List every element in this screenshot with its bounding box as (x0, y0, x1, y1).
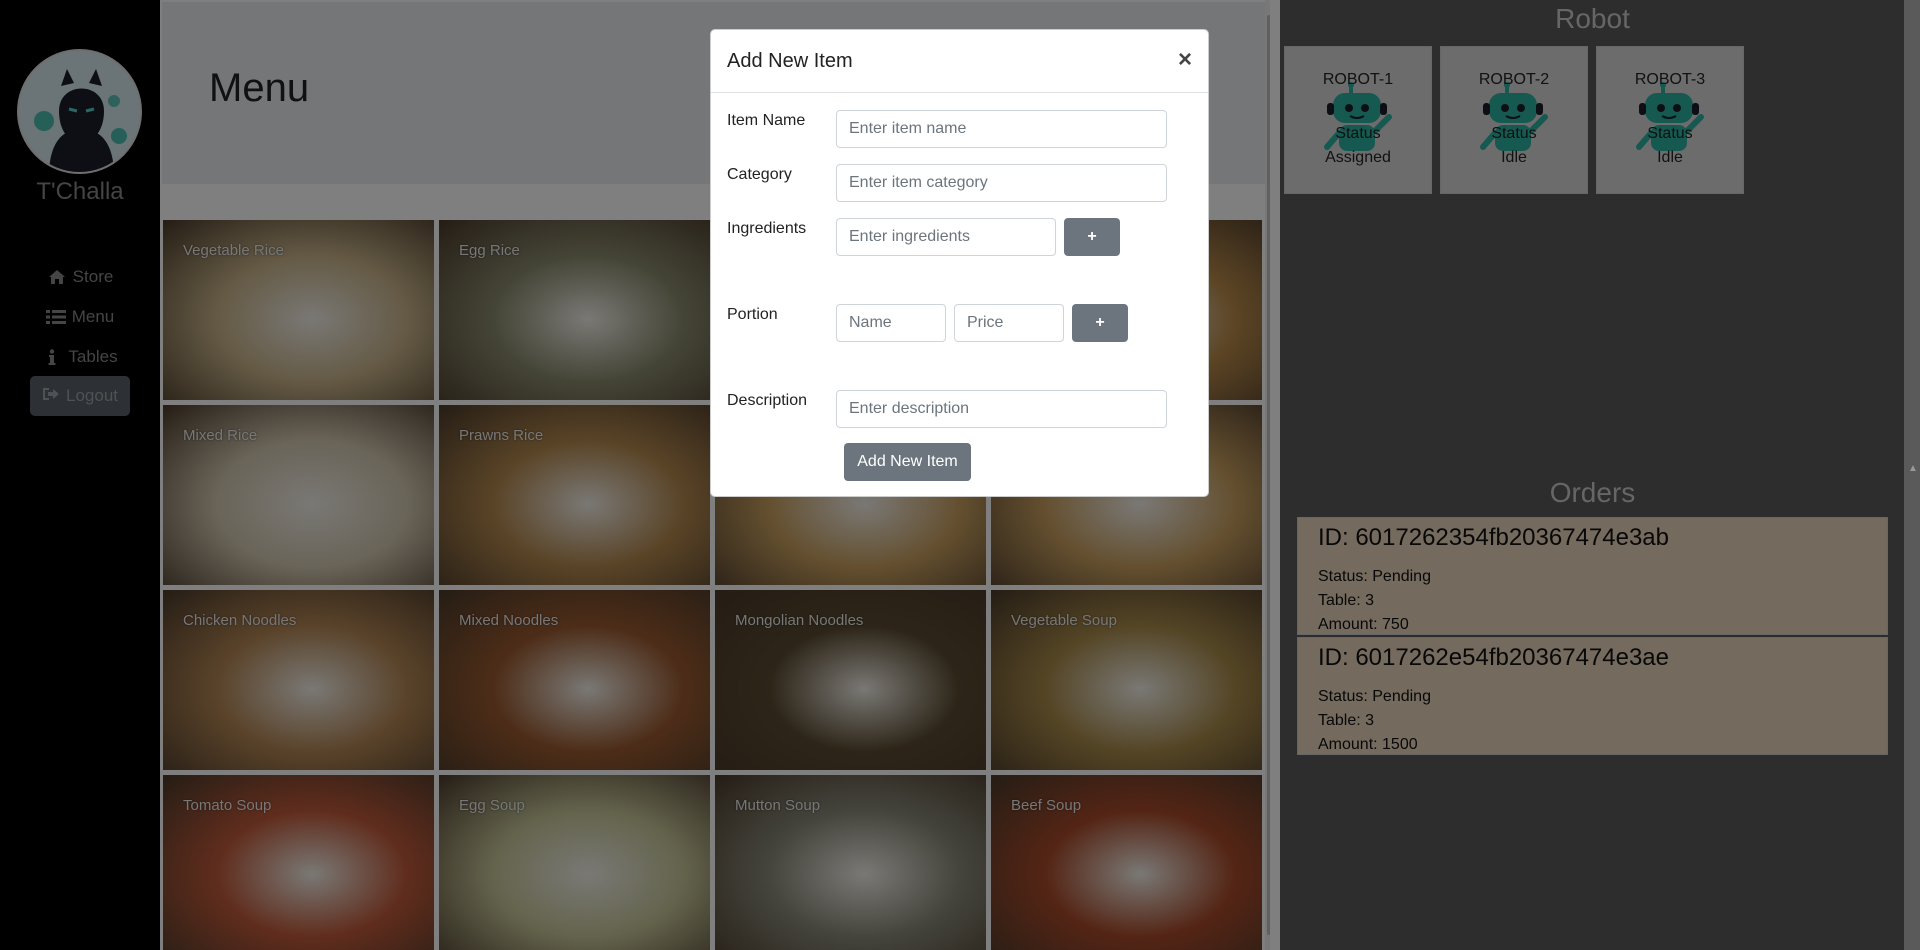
portion-price-input[interactable] (954, 304, 1064, 342)
add-new-item-button[interactable]: Add New Item (844, 443, 971, 481)
add-portion-button[interactable]: + (1072, 304, 1128, 342)
category-label: Category (727, 166, 792, 183)
description-input[interactable] (836, 390, 1167, 428)
modal-title: Add New Item (727, 50, 853, 72)
description-label: Description (727, 392, 808, 409)
scroll-marker-icon: ▲ (1908, 463, 1918, 474)
item-name-input[interactable] (836, 110, 1167, 148)
ingredients-input[interactable] (836, 218, 1056, 256)
add-ingredient-button[interactable]: + (1064, 218, 1120, 256)
category-input[interactable] (836, 164, 1167, 202)
modal-header: Add New Item × (711, 30, 1208, 93)
item-name-label: Item Name (727, 112, 806, 129)
portion-name-input[interactable] (836, 304, 946, 342)
add-item-modal: Add New Item × Item Name Category Ingred… (710, 29, 1209, 497)
right-scrollbar[interactable]: ▲ (1904, 0, 1920, 950)
portion-label: Portion (727, 306, 778, 323)
close-icon[interactable]: × (1178, 46, 1192, 74)
ingredients-label: Ingredients (727, 220, 807, 237)
